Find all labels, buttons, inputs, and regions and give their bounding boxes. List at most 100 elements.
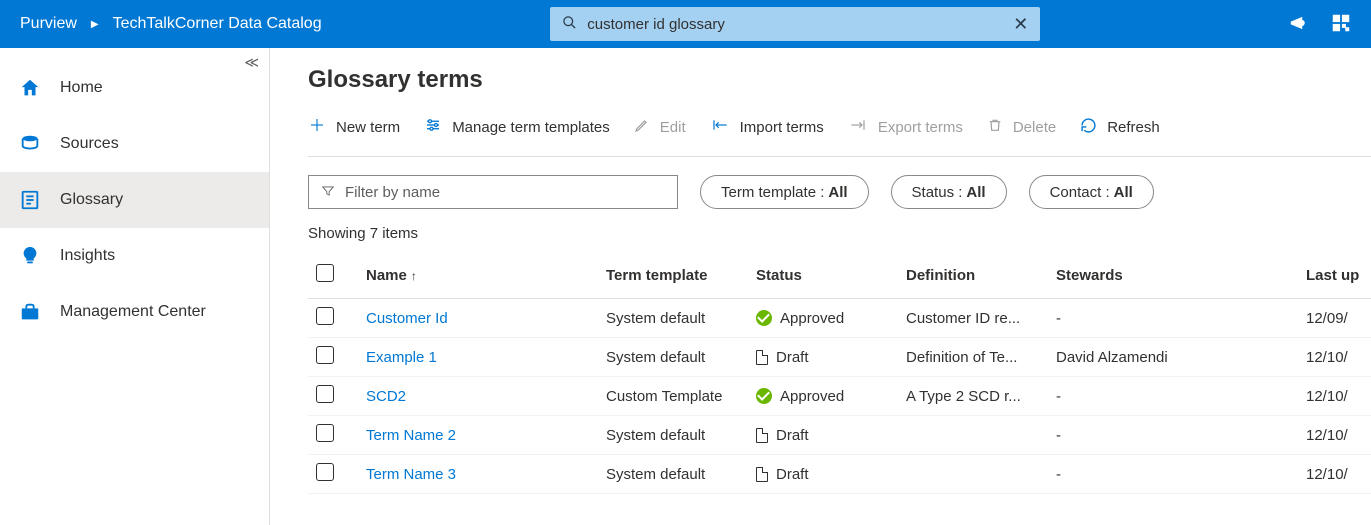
lightbulb-icon (18, 245, 42, 267)
cell-status: Approved (756, 388, 890, 405)
cell-definition (898, 416, 1048, 455)
pill-label: Term template : (721, 184, 824, 201)
cell-status: Draft (756, 427, 890, 444)
table-row: Term Name 2System defaultDraft-12/10/ (308, 416, 1371, 455)
cell-stewards: - (1048, 455, 1298, 494)
breadcrumb: Purview ▶ TechTalkCorner Data Catalog (20, 15, 322, 33)
col-name[interactable]: Name↑ (358, 252, 598, 299)
draft-icon (756, 428, 768, 443)
cell-lastup: 12/10/ (1298, 455, 1371, 494)
sort-asc-icon: ↑ (411, 269, 417, 283)
col-lastup[interactable]: Last up (1298, 252, 1371, 299)
cell-status: Draft (756, 349, 890, 366)
sidebar: ≪ Home Sources Glossary (0, 48, 270, 525)
pill-status[interactable]: Status : All (891, 175, 1007, 209)
export-terms-button: Export terms (848, 117, 963, 137)
collapse-sidebar-icon[interactable]: ≪ (244, 54, 259, 71)
table-row: SCD2 Custom Template Approved A Type 2 SCD … (308, 377, 1371, 416)
term-name-link[interactable]: SCD2 (366, 388, 406, 405)
export-icon (848, 117, 868, 137)
breadcrumb-current[interactable]: TechTalkCorner Data Catalog (113, 15, 322, 33)
main-content: Glossary terms New term Manage term temp… (270, 48, 1371, 525)
cell-lastup: 12/10/ (1298, 416, 1371, 455)
cell-stewards: David Alzamendi (1048, 338, 1298, 377)
filter-icon (321, 184, 335, 201)
row-checkbox[interactable] (316, 424, 334, 442)
cell-template: Custom Template (598, 377, 748, 416)
term-name-link[interactable]: Term Name 3 (366, 466, 456, 483)
col-stewards[interactable]: Stewards (1048, 252, 1298, 299)
breadcrumb-root[interactable]: Purview (20, 15, 77, 33)
row-checkbox[interactable] (316, 385, 334, 403)
sidebar-item-label: Sources (60, 135, 119, 153)
filter-row: Term template : All Status : All Contact… (308, 175, 1371, 209)
toolbox-icon (18, 301, 42, 323)
cell-status: Draft (756, 466, 890, 483)
button-label: Manage term templates (452, 119, 610, 136)
pill-contact[interactable]: Contact : All (1029, 175, 1154, 209)
clear-search-icon[interactable]: ✕ (1013, 14, 1028, 35)
chevron-right-icon: ▶ (91, 19, 99, 30)
sidebar-item-sources[interactable]: Sources (0, 116, 269, 172)
cell-stewards: - (1048, 299, 1298, 338)
search-input[interactable] (587, 16, 1003, 33)
row-checkbox[interactable] (316, 346, 334, 364)
cell-lastup: 12/10/ (1298, 338, 1371, 377)
table-row: Customer Id System default Approved Custome… (308, 299, 1371, 338)
topbar: Purview ▶ TechTalkCorner Data Catalog ✕ (0, 0, 1371, 48)
pill-term-template[interactable]: Term template : All (700, 175, 869, 209)
refresh-button[interactable]: Refresh (1080, 117, 1160, 138)
import-icon (710, 117, 730, 137)
cell-definition: Definition of Te... (898, 338, 1048, 377)
showing-count: Showing 7 items (308, 225, 1371, 242)
term-name-link[interactable]: Example 1 (366, 349, 437, 366)
term-name-link[interactable]: Term Name 2 (366, 427, 456, 444)
command-bar: New term Manage term templates Edit (308, 116, 1371, 157)
cell-template: System default (598, 455, 748, 494)
col-template[interactable]: Term template (598, 252, 748, 299)
sidebar-item-insights[interactable]: Insights (0, 228, 269, 284)
announce-icon[interactable] (1289, 13, 1309, 36)
pill-label: Status : (912, 184, 963, 201)
filter-by-name[interactable] (308, 175, 678, 209)
sidebar-item-management[interactable]: Management Center (0, 284, 269, 340)
term-name-link[interactable]: Customer Id (366, 310, 448, 327)
pill-value: All (1114, 184, 1133, 201)
edit-icon (634, 117, 650, 137)
cell-definition: A Type 2 SCD r... (898, 377, 1048, 416)
row-checkbox[interactable] (316, 307, 334, 325)
cell-definition: Customer ID re... (898, 299, 1048, 338)
sidebar-item-label: Management Center (60, 303, 206, 321)
sidebar-item-home[interactable]: Home (0, 60, 269, 116)
new-term-button[interactable]: New term (308, 116, 400, 138)
col-definition[interactable]: Definition (898, 252, 1048, 299)
cell-stewards: - (1048, 377, 1298, 416)
cell-lastup: 12/09/ (1298, 299, 1371, 338)
cell-status: Approved (756, 310, 890, 327)
approved-icon (756, 310, 772, 326)
sidebar-item-glossary[interactable]: Glossary (0, 172, 269, 228)
table-row: Example 1System defaultDraftDefinition o… (308, 338, 1371, 377)
sidebar-item-label: Glossary (60, 191, 123, 209)
select-all-checkbox[interactable] (316, 264, 334, 282)
button-label: Edit (660, 119, 686, 136)
refresh-icon (1080, 117, 1097, 138)
cell-lastup: 12/10/ (1298, 377, 1371, 416)
glossary-table: Name↑ Term template Status Definition St… (308, 252, 1371, 494)
filter-input[interactable] (345, 184, 665, 201)
import-terms-button[interactable]: Import terms (710, 117, 824, 137)
cell-template: System default (598, 299, 748, 338)
qrcode-icon[interactable] (1331, 13, 1351, 36)
trash-icon (987, 117, 1003, 137)
global-search[interactable]: ✕ (550, 7, 1040, 41)
approved-icon (756, 388, 772, 404)
col-status[interactable]: Status (748, 252, 898, 299)
button-label: Refresh (1107, 119, 1160, 136)
search-icon (562, 15, 577, 33)
cell-stewards: - (1048, 416, 1298, 455)
database-icon (18, 133, 42, 155)
home-icon (18, 77, 42, 99)
manage-templates-button[interactable]: Manage term templates (424, 116, 610, 138)
pill-label: Contact : (1050, 184, 1110, 201)
row-checkbox[interactable] (316, 463, 334, 481)
